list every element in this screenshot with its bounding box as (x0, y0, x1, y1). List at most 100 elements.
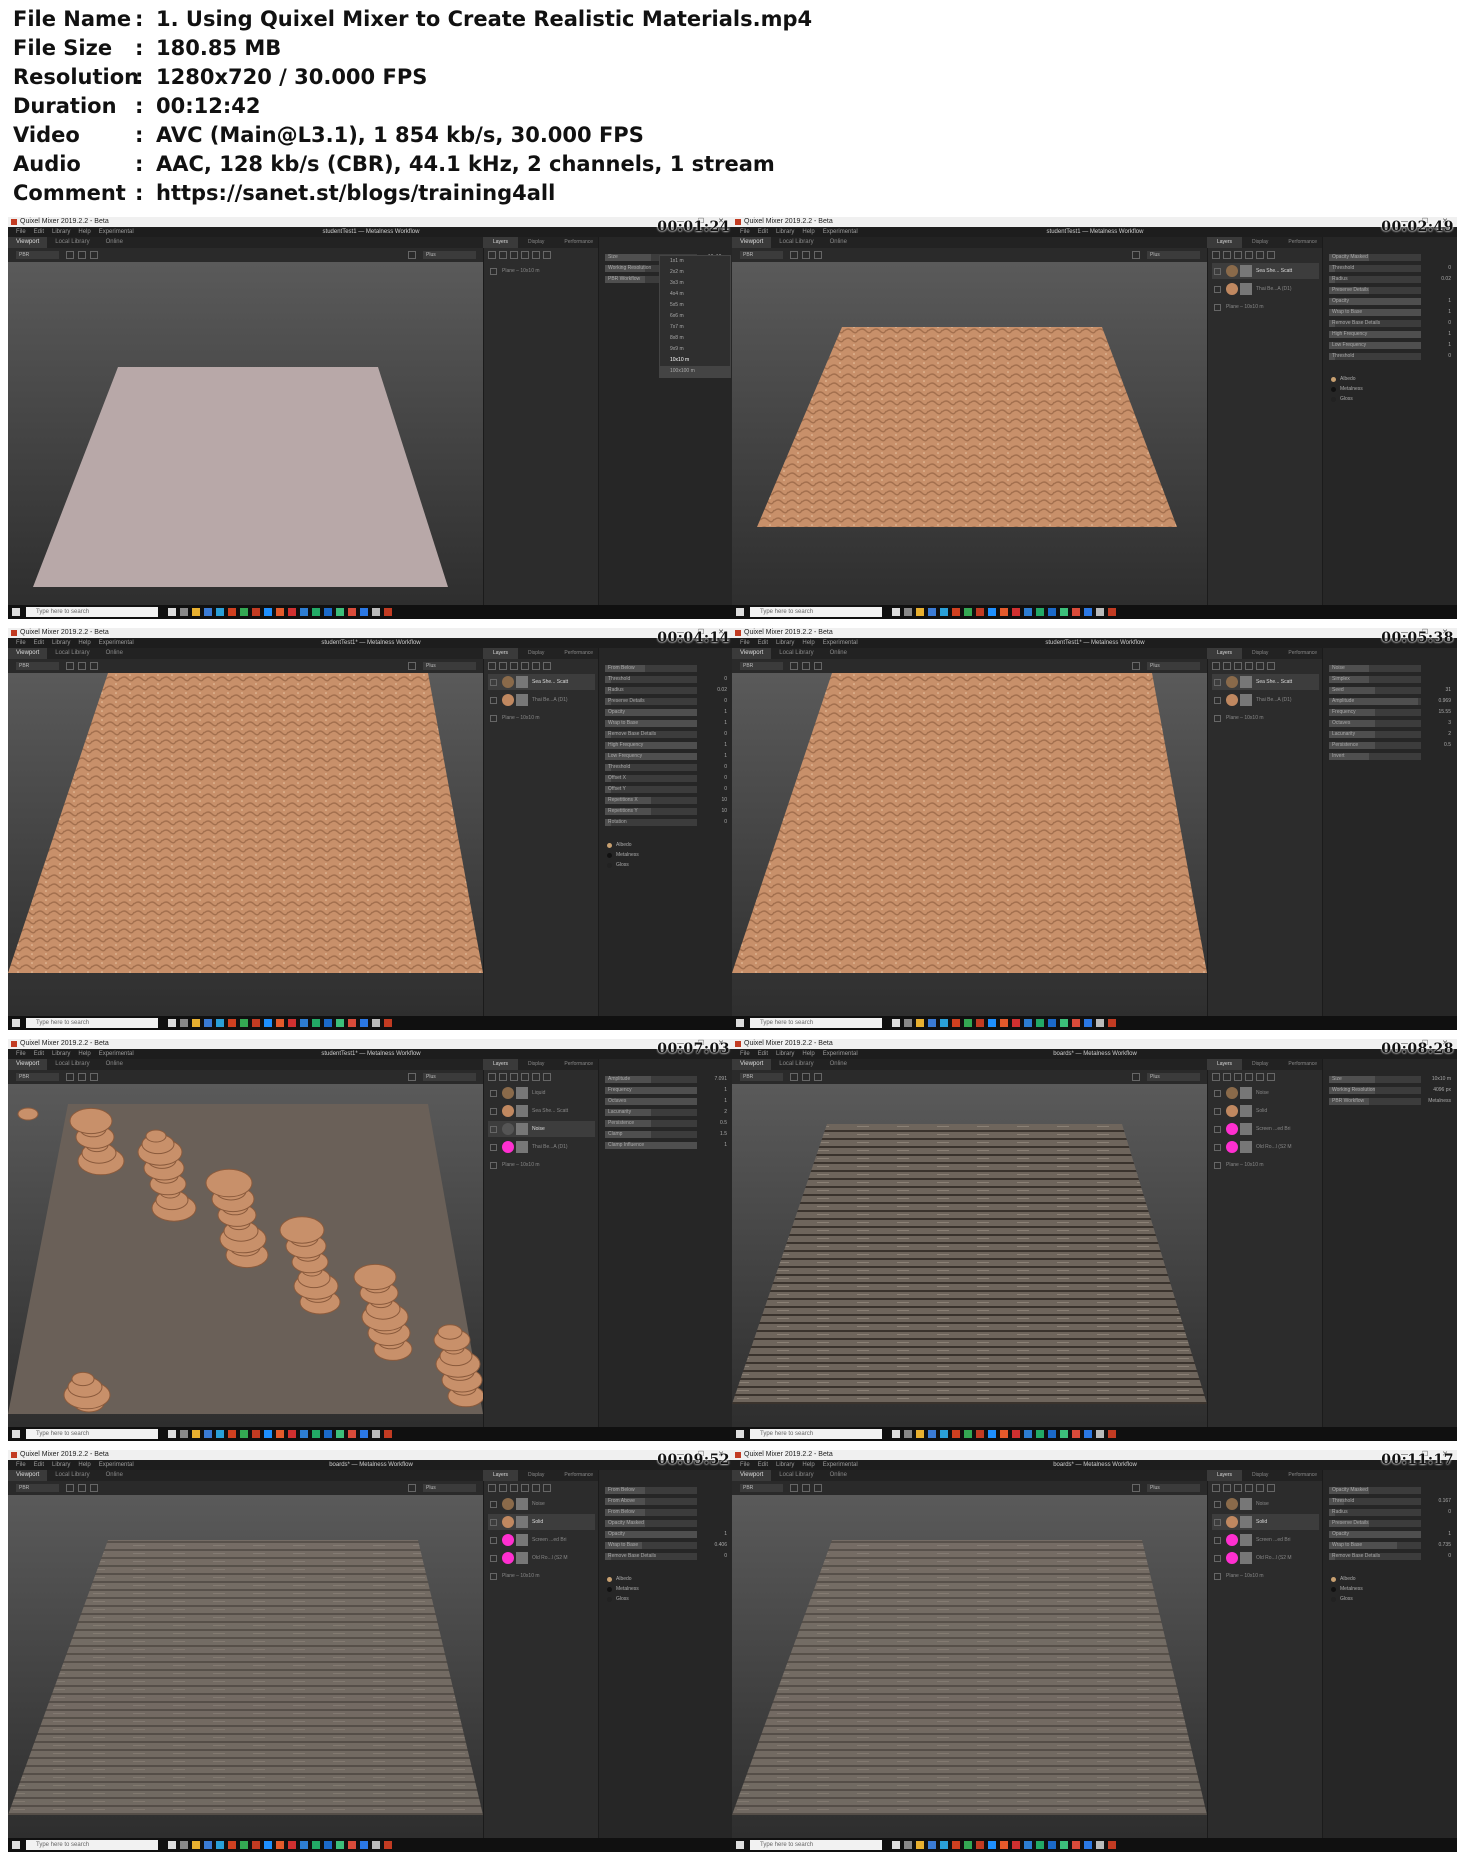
taskbar-app-icon[interactable] (1000, 608, 1008, 616)
render-mode-dropdown[interactable]: PBR (740, 1073, 783, 1081)
start-button[interactable] (12, 1841, 20, 1849)
taskbar-app-icon[interactable] (360, 1430, 368, 1438)
taskbar-app-icon[interactable] (904, 1841, 912, 1849)
taskbar-app-icon[interactable] (204, 1430, 212, 1438)
layer-visibility-checkbox[interactable] (490, 1108, 497, 1115)
tab-online[interactable]: Online (822, 648, 855, 659)
property-row[interactable]: Radius 0.02 (1329, 275, 1453, 284)
taskbar-app-icon[interactable] (228, 1841, 236, 1849)
tab-display[interactable]: Display (518, 237, 554, 248)
layer-tool-icon[interactable] (532, 251, 540, 259)
layer-tool-icon[interactable] (1245, 1073, 1253, 1081)
viewport-render[interactable] (8, 1495, 483, 1838)
tab-viewport[interactable]: Viewport (732, 237, 772, 248)
property-row[interactable]: Amplitude 0.969 (1329, 697, 1453, 706)
layer-visibility-checkbox[interactable] (490, 1144, 497, 1151)
layer-row[interactable]: Screen ...ed Bri (1212, 1121, 1319, 1137)
start-button[interactable] (736, 608, 744, 616)
taskbar-app-icon[interactable] (928, 608, 936, 616)
layer-tool-icon[interactable] (1234, 251, 1242, 259)
taskbar-app-icon[interactable] (180, 608, 188, 616)
taskbar-app-icon[interactable] (276, 1841, 284, 1849)
taskbar-app-icon[interactable] (1108, 1019, 1116, 1027)
property-row[interactable]: Threshold 0 (1329, 352, 1453, 361)
taskbar-app-icon[interactable] (1036, 1019, 1044, 1027)
taskbar-app-icon[interactable] (216, 1430, 224, 1438)
layer-row[interactable]: Sea She... Scatt (1212, 263, 1319, 279)
tab-display[interactable]: Display (518, 1059, 554, 1070)
tab-local-library[interactable]: Local Library (771, 1470, 821, 1481)
taskbar-search-box[interactable]: Type here to search (750, 1840, 882, 1850)
viewport[interactable] (8, 262, 483, 605)
layer-visibility-checkbox[interactable] (1214, 1144, 1221, 1151)
taskbar-app-icon[interactable] (1000, 1841, 1008, 1849)
tab-performance[interactable]: Performance (1278, 648, 1327, 659)
property-row[interactable]: Low Frequency 1 (605, 752, 729, 761)
property-row[interactable]: Threshold 0.167 (1329, 1497, 1453, 1506)
layer-tool-icon[interactable] (1267, 1484, 1275, 1492)
property-row[interactable]: Persistence 0.5 (1329, 741, 1453, 750)
viewport[interactable] (8, 1495, 483, 1838)
property-row[interactable]: Frequency 15.55 (1329, 708, 1453, 717)
shading-dropdown[interactable]: Plus (1147, 251, 1200, 259)
taskbar-app-icon[interactable] (976, 1019, 984, 1027)
camera-icon[interactable] (1132, 251, 1140, 259)
tab-local-library[interactable]: Local Library (771, 237, 821, 248)
tab-performance[interactable]: Performance (1278, 1470, 1327, 1481)
video-thumbnail[interactable]: Quixel Mixer 2019.2.2 - Beta — ☐ ✕ File Edi… (8, 1039, 734, 1441)
taskbar-app-icon[interactable] (976, 1841, 984, 1849)
video-thumbnail[interactable]: Quixel Mixer 2019.2.2 - Beta — ☐ ✕ File Edi… (732, 217, 1457, 619)
taskbar-app-icon[interactable] (180, 1841, 188, 1849)
layer-visibility-checkbox[interactable] (490, 1162, 497, 1169)
taskbar-app-icon[interactable] (1084, 1841, 1092, 1849)
tab-display[interactable]: Display (1242, 237, 1278, 248)
layer-row[interactable]: Noise (488, 1496, 595, 1512)
camera-icon[interactable] (408, 1484, 416, 1492)
start-button[interactable] (12, 1019, 20, 1027)
property-row[interactable]: Seed 31 (1329, 686, 1453, 695)
viewport[interactable] (8, 1084, 483, 1427)
tab-online[interactable]: Online (98, 1470, 131, 1481)
layer-tool-icon[interactable] (499, 1073, 507, 1081)
property-row[interactable]: Clamp 1.5 (605, 1130, 729, 1139)
taskbar-app-icon[interactable] (288, 1430, 296, 1438)
layer-tool-icon[interactable] (1245, 251, 1253, 259)
tab-local-library[interactable]: Local Library (771, 648, 821, 659)
layer-tool-icon[interactable] (1267, 251, 1275, 259)
taskbar-app-icon[interactable] (216, 1019, 224, 1027)
render-mode-dropdown[interactable]: PBR (740, 251, 783, 259)
taskbar-app-icon[interactable] (300, 1841, 308, 1849)
tab-layers[interactable]: Layers (483, 1470, 519, 1481)
taskbar-app-icon[interactable] (252, 608, 260, 616)
taskbar-app-icon[interactable] (1084, 1430, 1092, 1438)
taskbar-search-box[interactable]: Type here to search (26, 1840, 158, 1850)
tab-display[interactable]: Display (518, 1470, 554, 1481)
taskbar-app-icon[interactable] (348, 1841, 356, 1849)
layer-row[interactable]: Noise (488, 1121, 595, 1137)
taskbar-app-icon[interactable] (372, 608, 380, 616)
taskbar-app-icon[interactable] (1012, 1841, 1020, 1849)
taskbar-app-icon[interactable] (192, 1430, 200, 1438)
taskbar-app-icon[interactable] (204, 608, 212, 616)
viewport-tool-icon[interactable] (90, 1484, 98, 1492)
taskbar-app-icon[interactable] (1012, 1430, 1020, 1438)
tab-viewport[interactable]: Viewport (8, 1470, 48, 1481)
layer-visibility-checkbox[interactable] (490, 1519, 497, 1526)
layer-tool-icon[interactable] (1223, 1484, 1231, 1492)
size-option[interactable]: 8x8 m (660, 333, 730, 344)
tab-local-library[interactable]: Local Library (47, 648, 97, 659)
layer-visibility-checkbox[interactable] (490, 1537, 497, 1544)
layer-tool-icon[interactable] (1223, 251, 1231, 259)
taskbar-app-icon[interactable] (360, 1841, 368, 1849)
taskbar-app-icon[interactable] (1072, 608, 1080, 616)
layer-tool-icon[interactable] (510, 1484, 518, 1492)
taskbar-app-icon[interactable] (940, 608, 948, 616)
property-row[interactable]: Opacity Masked (1329, 253, 1453, 262)
layer-row[interactable]: Solid (488, 1514, 595, 1530)
taskbar-app-icon[interactable] (312, 608, 320, 616)
layer-row[interactable]: Plane – 10x10 m (488, 710, 595, 726)
tab-layers[interactable]: Layers (1207, 648, 1243, 659)
shading-dropdown[interactable]: Plus (423, 251, 476, 259)
tab-viewport[interactable]: Viewport (732, 1470, 772, 1481)
size-option[interactable]: 9x9 m (660, 344, 730, 355)
